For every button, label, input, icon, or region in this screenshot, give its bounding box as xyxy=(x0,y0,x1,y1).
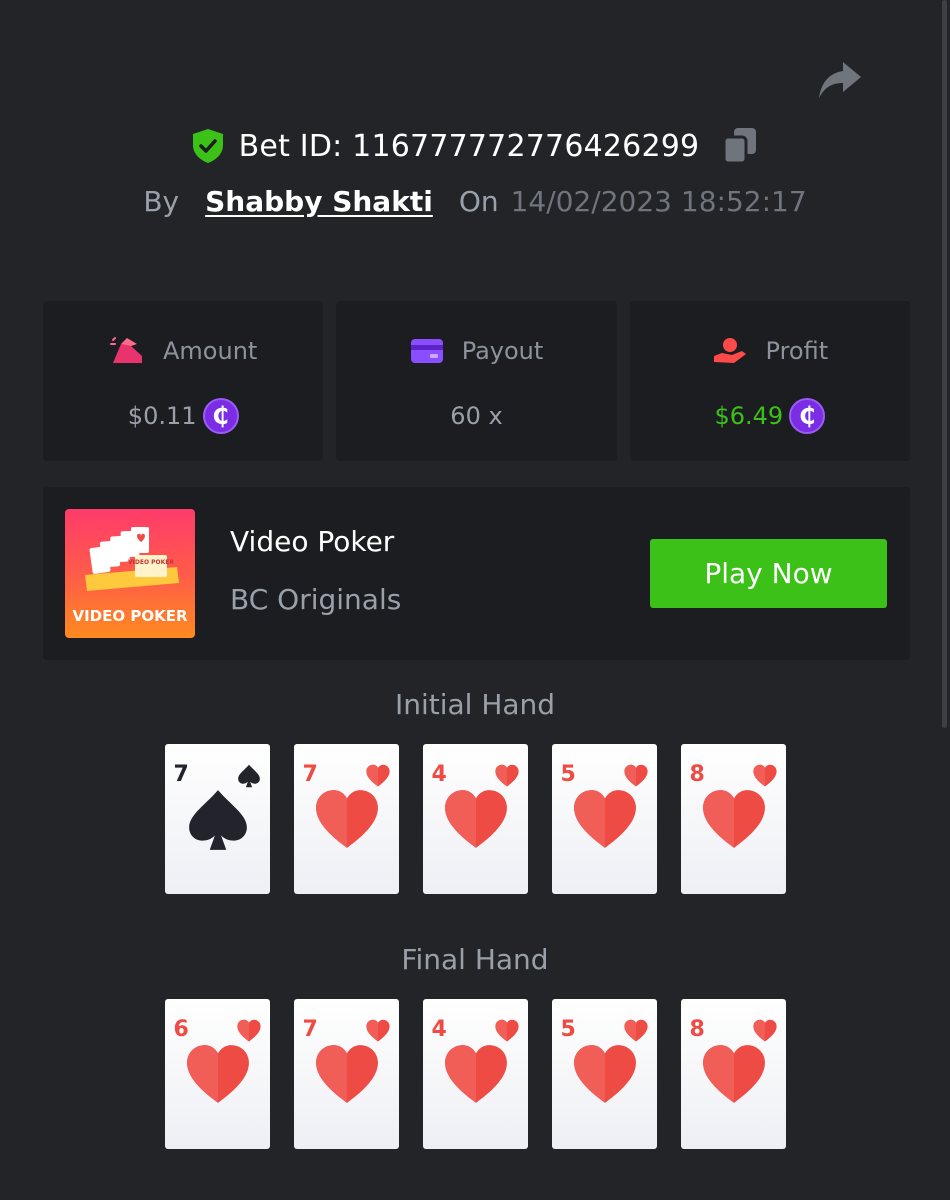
card-rank: 7 xyxy=(302,1017,318,1042)
card-rank: 4 xyxy=(431,762,447,787)
currency-coin-icon: ₵ xyxy=(789,398,826,434)
game-thumbnail[interactable]: VIDEO POKER VIDEO POKER xyxy=(65,509,195,638)
heart-icon xyxy=(365,764,390,787)
verified-shield-icon xyxy=(192,129,223,163)
game-title: Video Poker xyxy=(230,525,395,558)
heart-icon xyxy=(444,790,507,848)
profit-label: Profit xyxy=(765,337,829,365)
heart-icon xyxy=(702,1045,765,1103)
card-rank: 5 xyxy=(560,1017,576,1042)
share-button[interactable] xyxy=(816,58,864,102)
heart-icon xyxy=(752,1019,777,1042)
initial-hand-cards: 7 7 4 5 8 xyxy=(0,744,950,894)
playing-card: 8 xyxy=(680,999,786,1149)
card-rank: 6 xyxy=(173,1017,189,1042)
playing-card: 7 xyxy=(293,999,399,1149)
play-now-button[interactable]: Play Now xyxy=(650,539,887,608)
thumb-small-text: VIDEO POKER xyxy=(128,559,174,566)
card-rank: 4 xyxy=(431,1017,447,1042)
heart-icon xyxy=(315,790,378,848)
bet-id-row: Bet ID: 116777772776426299 xyxy=(0,124,950,168)
spade-icon xyxy=(188,790,247,850)
heart-icon xyxy=(444,1045,507,1103)
author-row: By Shabby Shakti On 14/02/2023 18:52:17 xyxy=(0,180,950,222)
payout-stat: Payout 60 x xyxy=(336,301,617,461)
amount-value-row: $0.11 ₵ xyxy=(128,397,239,435)
amount-label: Amount xyxy=(163,337,258,365)
final-hand-title: Final Hand xyxy=(401,943,549,976)
card-icon xyxy=(410,339,443,363)
payout-label: Payout xyxy=(461,337,544,365)
game-provider: BC Originals xyxy=(230,583,402,616)
card-rank: 7 xyxy=(302,762,318,787)
playing-card: 7 xyxy=(164,744,270,894)
initial-hand-title: Initial Hand xyxy=(394,688,556,721)
share-icon xyxy=(819,62,861,98)
playing-card: 8 xyxy=(680,744,786,894)
playing-card: 4 xyxy=(422,744,528,894)
heart-icon xyxy=(573,790,636,848)
hand-coin-icon xyxy=(713,338,746,363)
stats-row: Amount $0.11 ₵ Payout 60 x Profit $6.49 … xyxy=(43,301,910,461)
heart-icon xyxy=(494,764,519,787)
playing-card: 4 xyxy=(422,999,528,1149)
on-label: On xyxy=(458,184,499,218)
profit-value-row: $6.49 ₵ xyxy=(714,397,826,435)
heart-icon xyxy=(315,1045,378,1103)
profit-value: $6.49 xyxy=(714,402,784,430)
copy-button[interactable] xyxy=(721,126,759,166)
heart-icon xyxy=(702,790,765,848)
bet-datetime: 14/02/2023 18:52:17 xyxy=(510,184,807,218)
payout-value-row: 60 x xyxy=(450,397,502,435)
spade-icon xyxy=(237,764,260,788)
playing-card: 7 xyxy=(293,744,399,894)
scrollbar[interactable] xyxy=(942,0,947,728)
video-poker-logo-icon: VIDEO POKER VIDEO POKER xyxy=(72,527,188,625)
playing-card: 5 xyxy=(551,999,657,1149)
playing-card: 6 xyxy=(164,999,270,1149)
card-rank: 8 xyxy=(689,1017,705,1042)
profit-stat: Profit $6.49 ₵ xyxy=(629,301,910,461)
card-rank: 8 xyxy=(689,762,705,787)
heart-icon xyxy=(573,1045,636,1103)
card-rank: 7 xyxy=(173,762,189,787)
amount-stat: Amount $0.11 ₵ xyxy=(43,301,324,461)
amount-value: $0.11 xyxy=(127,402,197,430)
by-label: By xyxy=(143,184,180,218)
heart-icon xyxy=(365,1019,390,1042)
heart-icon xyxy=(494,1019,519,1042)
bet-id: Bet ID: 116777772776426299 xyxy=(238,128,700,164)
card-rank: 5 xyxy=(560,762,576,787)
final-hand-cards: 6 7 4 5 8 xyxy=(0,999,950,1149)
heart-icon xyxy=(623,764,648,787)
heart-icon xyxy=(623,1019,648,1042)
playing-card: 5 xyxy=(551,744,657,894)
bet-amount-icon xyxy=(110,337,142,363)
copy-icon xyxy=(723,128,757,165)
game-card: VIDEO POKER VIDEO POKER Video Poker BC O… xyxy=(43,487,910,660)
heart-icon xyxy=(186,1045,249,1103)
heart-icon xyxy=(752,764,777,787)
username-link[interactable]: Shabby Shakti xyxy=(205,185,433,218)
currency-coin-icon: ₵ xyxy=(202,398,239,434)
bet-detail-page: Bet ID: 116777772776426299 By Shabby Sha… xyxy=(0,0,950,1200)
thumb-title: VIDEO POKER xyxy=(72,607,187,625)
heart-icon xyxy=(236,1019,261,1042)
payout-value: 60 x xyxy=(450,402,503,430)
